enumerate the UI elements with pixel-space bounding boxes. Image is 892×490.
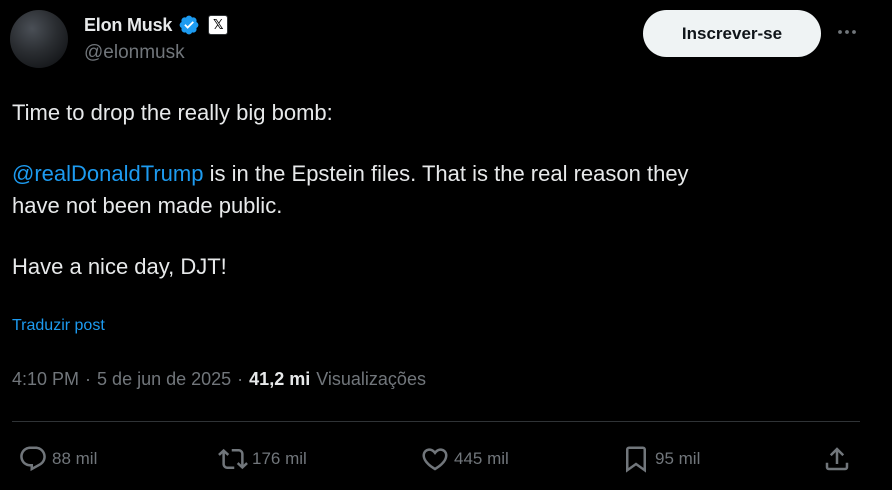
divider: [12, 421, 860, 422]
meta-separator: ·: [85, 369, 92, 389]
tweet-line-4: Have a nice day, DJT!: [12, 254, 227, 279]
repost-count: 176 mil: [252, 449, 307, 468]
repost-button[interactable]: 176 mil: [218, 440, 307, 478]
bookmark-count: 95 mil: [655, 449, 701, 468]
verified-badge-icon: [179, 15, 199, 35]
x-logo-glyph: 𝕏: [212, 17, 224, 33]
reply-icon: [20, 446, 46, 472]
avatar[interactable]: [10, 10, 68, 68]
author-display-name[interactable]: Elon Musk: [84, 15, 172, 36]
author-name-row: Elon Musk 𝕏: [84, 12, 229, 38]
views-count: 41,2 mi: [249, 369, 311, 389]
tweet-meta: 4:10 PM · 5 de jun de 2025 · 41,2 mi Vis…: [12, 369, 426, 390]
more-options-button[interactable]: [832, 19, 862, 45]
tweet-line-3: have not been made public.: [12, 193, 283, 218]
reply-button[interactable]: 88 mil: [18, 440, 97, 478]
more-horizontal-icon: [838, 30, 856, 34]
views-label: Visualizações: [316, 369, 426, 389]
bookmark-icon: [626, 446, 646, 473]
tweet-line-1: Time to drop the really big bomb:: [12, 100, 333, 125]
repost-icon: [218, 448, 248, 470]
reply-count: 88 mil: [52, 449, 98, 468]
translate-post-link[interactable]: Traduzir post: [12, 317, 105, 335]
author-handle[interactable]: @elonmusk: [84, 42, 185, 64]
tweet-line-2: @realDonaldTrump is in the Epstein files…: [12, 158, 852, 190]
x-logo-icon[interactable]: 𝕏: [208, 15, 229, 35]
mention-link[interactable]: @realDonaldTrump: [12, 161, 203, 186]
tweet-line-2-text: is in the Epstein files. That is the rea…: [203, 161, 689, 186]
heart-icon: [422, 448, 448, 471]
share-icon: [825, 447, 849, 471]
meta-separator: ·: [237, 369, 244, 389]
share-button[interactable]: [822, 440, 856, 478]
like-button[interactable]: 445 mil: [420, 440, 509, 478]
subscribe-button[interactable]: Inscrever-se: [643, 10, 821, 57]
tweet-date[interactable]: 5 de jun de 2025: [97, 369, 231, 390]
tweet-time[interactable]: 4:10 PM: [12, 369, 79, 390]
like-count: 445 mil: [454, 449, 509, 468]
bookmark-button[interactable]: 95 mil: [621, 440, 700, 478]
tweet-text: Time to drop the really big bomb: @realD…: [12, 97, 852, 283]
